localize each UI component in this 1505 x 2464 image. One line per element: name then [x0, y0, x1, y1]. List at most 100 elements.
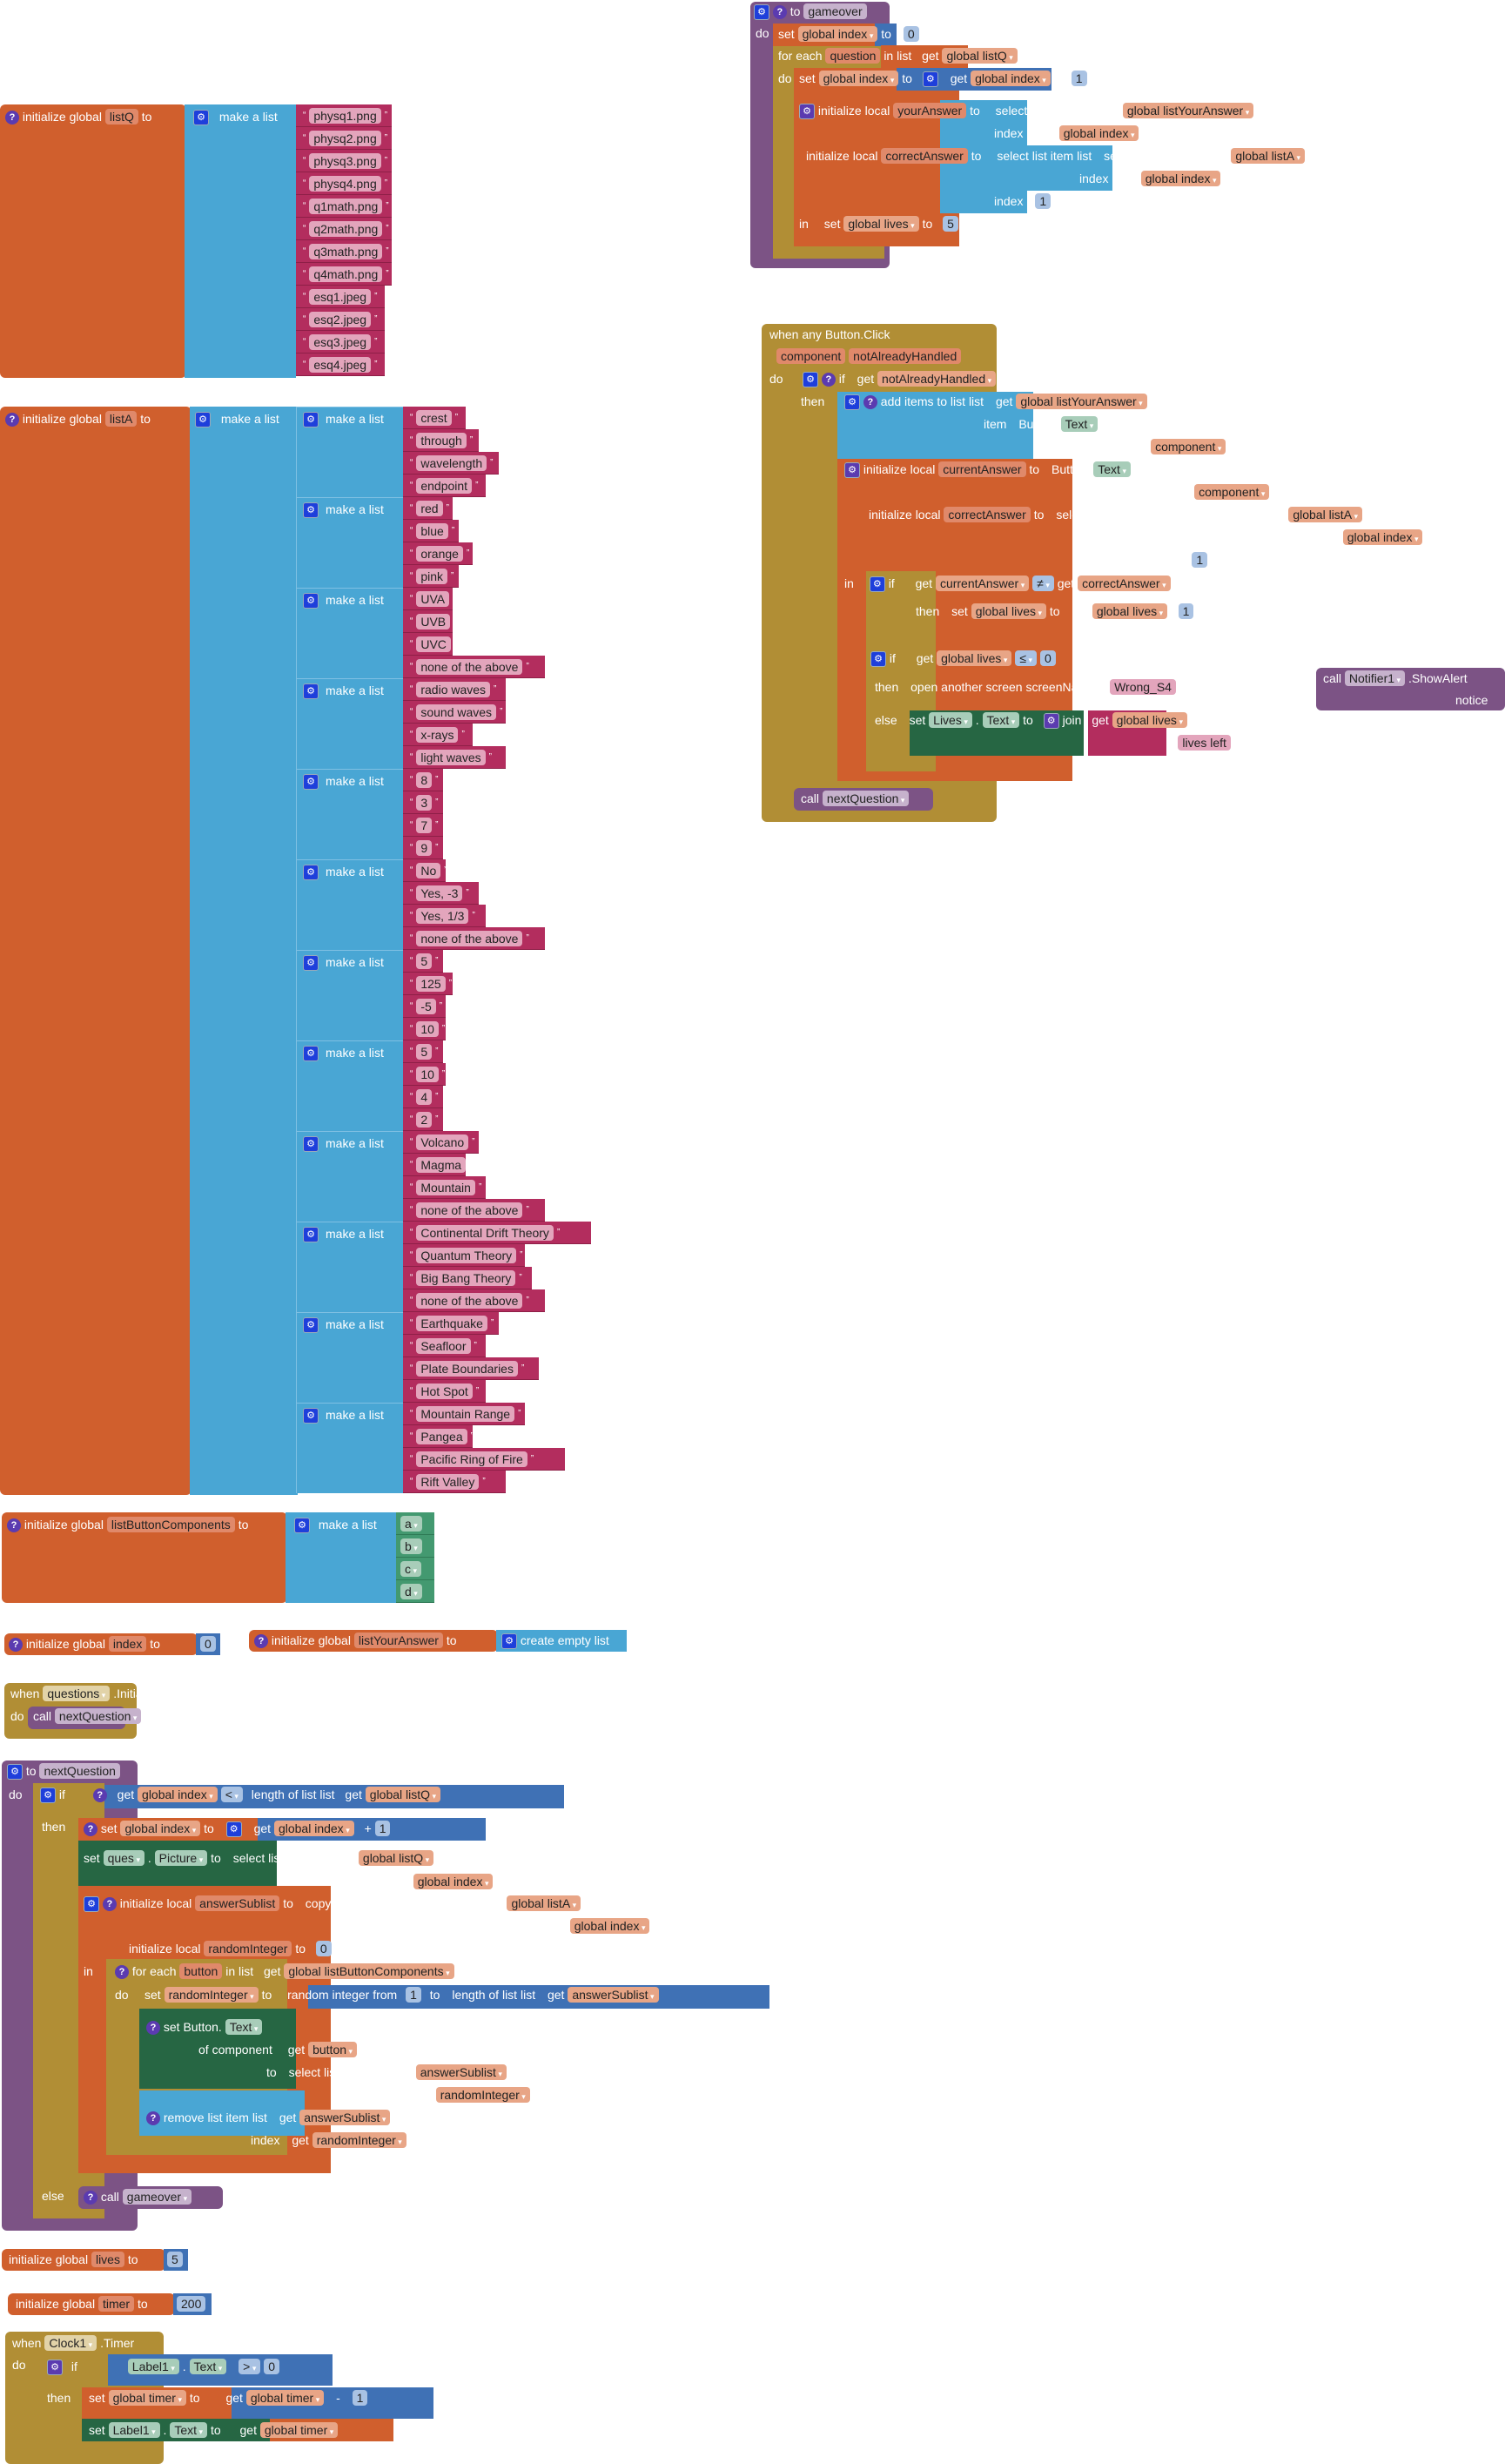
variable-dropdown[interactable]: global timer [108, 2390, 186, 2406]
string-value[interactable]: light waves [416, 750, 486, 765]
gear-icon[interactable]: ⚙ [7, 1764, 23, 1781]
string-value[interactable]: esq3.jpeg [309, 334, 372, 350]
local-variable-name[interactable]: currentAnswer [938, 461, 1026, 477]
string-value[interactable]: UVA [416, 591, 450, 607]
component-dropdown[interactable]: c [400, 1561, 422, 1577]
gear-icon[interactable]: ⚙ [870, 651, 886, 668]
outer-make-a-list-block[interactable] [190, 407, 298, 1495]
string-value[interactable]: red [416, 501, 443, 516]
string-value[interactable]: Big Bang Theory [416, 1270, 516, 1286]
gear-icon[interactable]: ⚙ [303, 502, 319, 519]
variable-dropdown[interactable]: correctAnswer [1078, 576, 1171, 591]
string-value[interactable]: wavelength [416, 455, 487, 471]
component-dropdown[interactable]: Clock1 [44, 2335, 97, 2351]
init-global-listQ-block[interactable] [0, 104, 186, 378]
gear-icon[interactable]: ⚙ [303, 412, 319, 428]
string-value[interactable]: 10 [416, 1067, 439, 1082]
component-dropdown[interactable]: b [400, 1538, 422, 1554]
string-value[interactable]: 4 [416, 1089, 433, 1105]
component-dropdown[interactable]: Notifier1 [1344, 670, 1406, 686]
string-value[interactable]: q2math.png [309, 221, 383, 237]
string-value[interactable]: 125 [416, 976, 446, 992]
loop-variable[interactable]: button [179, 1963, 223, 1979]
gear-icon[interactable]: ⚙ [844, 462, 860, 479]
string-value[interactable]: Pacific Ring of Fire [416, 1451, 527, 1467]
variable-dropdown[interactable]: randomInteger [435, 2087, 530, 2103]
string-value[interactable]: none of the above [416, 1293, 523, 1309]
string-value[interactable]: Mountain [416, 1180, 475, 1195]
variable-dropdown[interactable]: button [308, 2042, 358, 2057]
string-value[interactable]: Plate Boundaries [416, 1361, 518, 1377]
string-value[interactable]: none of the above [416, 659, 523, 675]
string-value[interactable]: none of the above [416, 1202, 523, 1218]
string-value[interactable]: esq1.jpeg [309, 289, 372, 305]
gear-icon[interactable]: ⚙ [303, 1136, 319, 1153]
variable-dropdown[interactable]: global index [413, 1874, 494, 1889]
string-value[interactable]: esq4.jpeg [309, 357, 372, 373]
string-value[interactable]: Yes, -3 [416, 885, 463, 901]
variable-name[interactable]: timer [97, 2296, 135, 2312]
variable-name[interactable]: lives [91, 2252, 124, 2267]
variable-dropdown[interactable]: randomInteger [312, 2132, 406, 2148]
variable-dropdown[interactable]: global listA [507, 1895, 581, 1911]
variable-dropdown[interactable]: notAlreadyHandled [877, 371, 997, 387]
string-value[interactable]: 5 [416, 953, 433, 969]
procedure-name[interactable]: gameover [803, 3, 867, 19]
string-value[interactable]: 8 [416, 772, 433, 788]
component-dropdown[interactable]: ques [103, 1850, 144, 1866]
gear-icon[interactable]: ⚙ [754, 4, 769, 21]
gear-icon[interactable]: ⚙ [303, 593, 319, 609]
string-value[interactable]: sound waves [416, 704, 497, 720]
variable-dropdown[interactable]: global listQ [365, 1787, 441, 1802]
string-value[interactable]: q3math.png [309, 244, 383, 259]
string-value[interactable]: 2 [416, 1112, 433, 1128]
variable-dropdown[interactable]: global lives [971, 603, 1047, 619]
string-value[interactable]: Seafloor [416, 1338, 471, 1354]
local-variable-name[interactable]: randomInteger [204, 1941, 292, 1956]
gear-icon[interactable]: ⚙ [303, 955, 319, 972]
variable-dropdown[interactable]: global index [971, 71, 1051, 86]
variable-dropdown[interactable]: global lives [937, 650, 1012, 666]
variable-dropdown[interactable]: global listYourAnswer [1122, 103, 1254, 118]
variable-dropdown[interactable]: global index [818, 71, 899, 86]
gear-icon[interactable]: ⚙ [195, 412, 211, 428]
variable-dropdown[interactable]: currentAnswer [935, 576, 1030, 591]
gear-icon[interactable]: ⚙ [294, 1518, 310, 1534]
number-value[interactable]: 5 [943, 216, 958, 232]
string-value[interactable]: 10 [416, 1021, 439, 1037]
variable-dropdown[interactable]: answerSublist [415, 2064, 507, 2080]
string-value[interactable]: blue [416, 523, 448, 539]
string-value[interactable]: pink [416, 569, 448, 584]
make-a-list-block[interactable] [185, 104, 296, 378]
string-value[interactable]: radio waves [416, 682, 491, 697]
property-dropdown[interactable]: Text [982, 712, 1020, 728]
string-value[interactable]: -5 [416, 999, 436, 1014]
gear-icon[interactable]: ⚙ [303, 1317, 319, 1334]
number-value[interactable]: 0 [903, 26, 919, 42]
string-value[interactable]: Rift Valley [416, 1474, 480, 1490]
component-dropdown[interactable]: d [400, 1584, 422, 1599]
variable-dropdown[interactable]: global listA [1231, 148, 1306, 164]
string-value[interactable]: Yes, 1/3 [416, 908, 469, 924]
string-value[interactable]: endpoint [416, 478, 473, 494]
gear-icon[interactable]: ⚙ [303, 1046, 319, 1062]
string-value[interactable]: Magma [416, 1157, 467, 1173]
string-value[interactable]: physq1.png [309, 108, 381, 124]
local-variable-name[interactable]: answerSublist [195, 1895, 280, 1911]
string-value[interactable]: UVB [416, 614, 451, 629]
property-dropdown[interactable]: Text [170, 2422, 208, 2438]
string-value[interactable]: No [416, 863, 441, 879]
gear-icon[interactable]: ⚙ [225, 1821, 242, 1838]
string-value[interactable]: Hot Spot [416, 1383, 473, 1399]
string-value[interactable]: 3 [416, 795, 433, 811]
variable-dropdown[interactable]: global listButtonComponents [284, 1963, 454, 1979]
string-value[interactable]: 5 [416, 1044, 433, 1060]
gear-icon[interactable]: ⚙ [799, 104, 815, 120]
screen-name-string[interactable]: Wrong_S4 [1110, 679, 1176, 695]
variable-dropdown[interactable]: component [1151, 439, 1226, 454]
event-param-notAlreadyHandled[interactable]: notAlreadyHandled [849, 348, 962, 364]
variable-dropdown[interactable]: global lives [1092, 603, 1168, 619]
gear-icon[interactable]: ⚙ [47, 2360, 63, 2376]
string-value[interactable]: Quantum Theory [416, 1248, 517, 1263]
string-value[interactable]: q1math.png [309, 199, 383, 214]
